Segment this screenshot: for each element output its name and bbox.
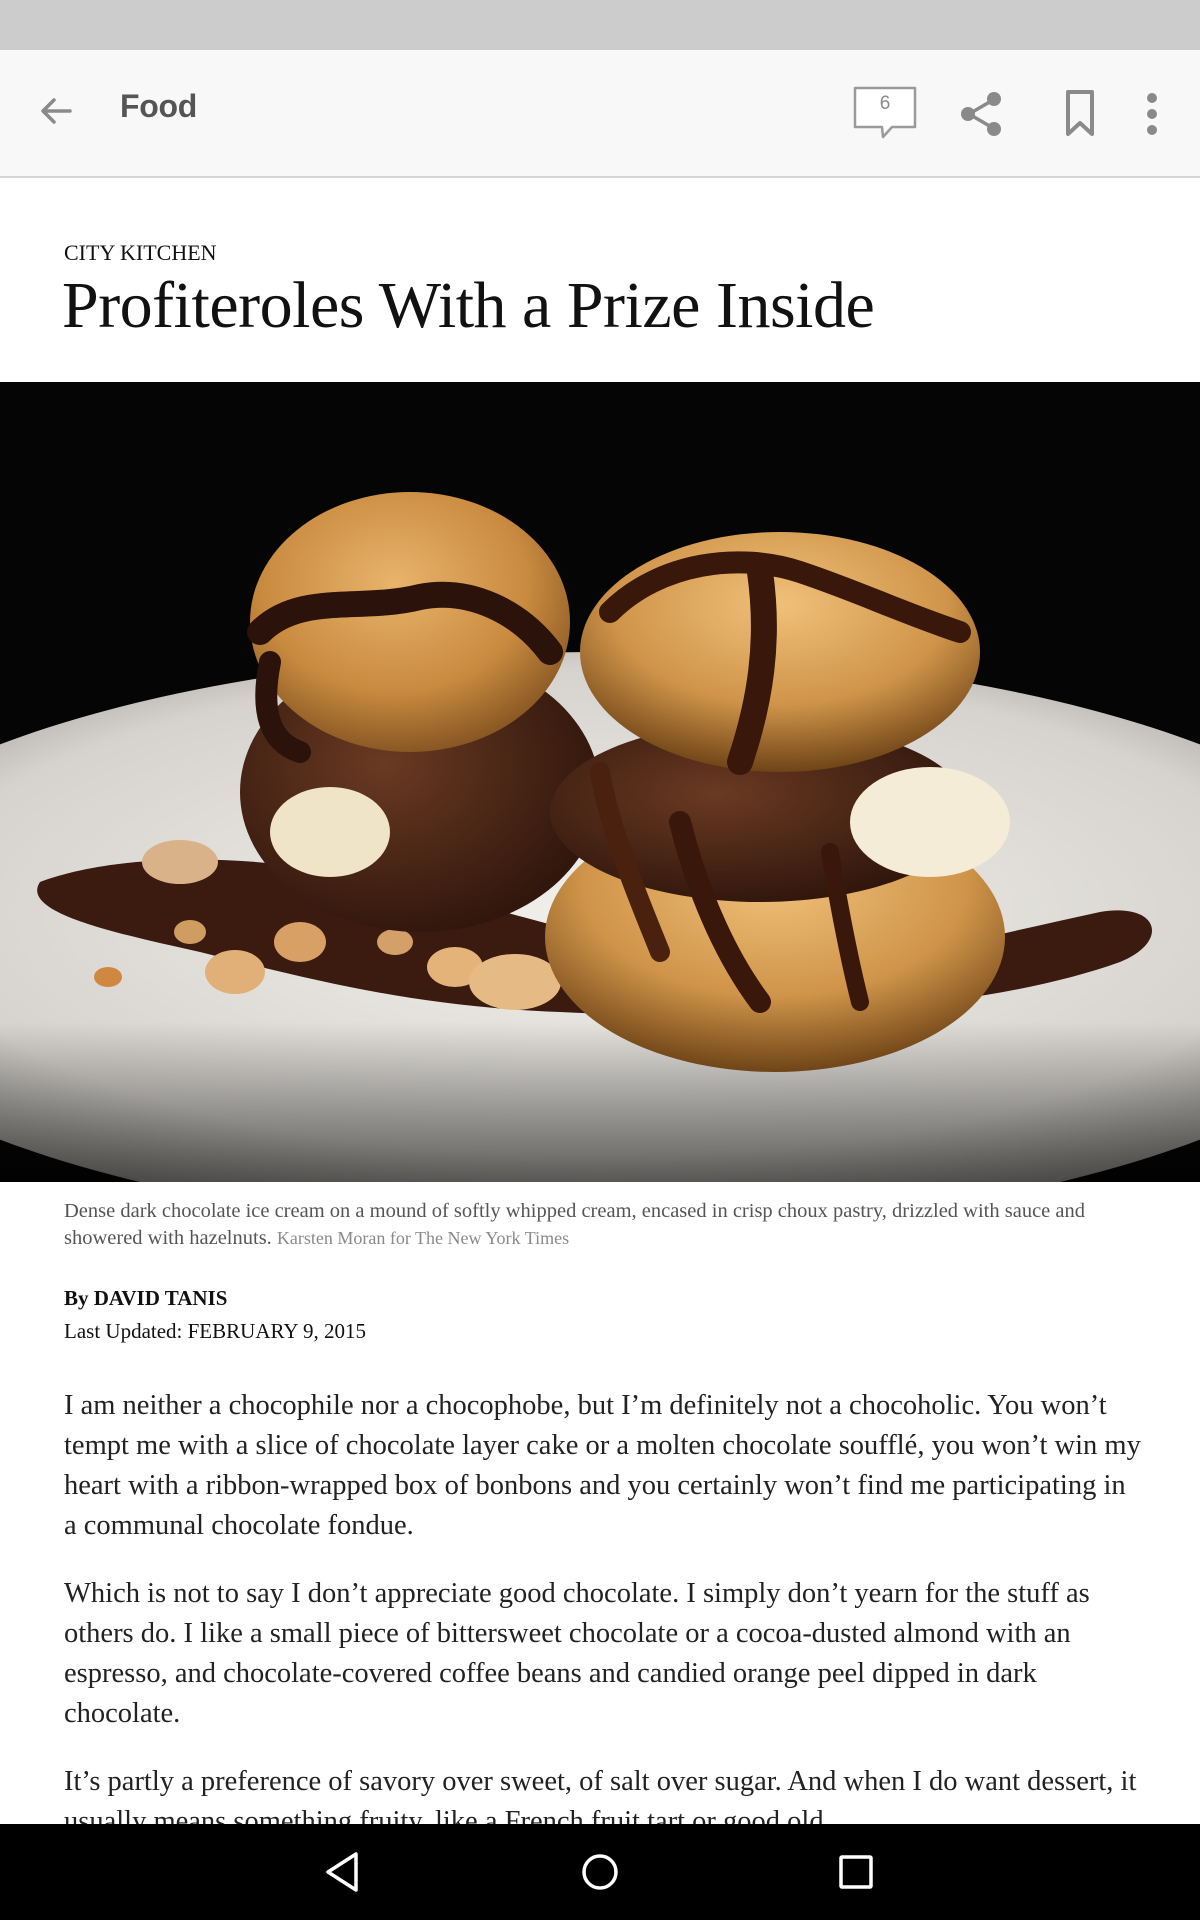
photo-credit: Karsten Moran for The New York Times — [276, 1228, 570, 1248]
status-bar — [0, 0, 1200, 50]
paragraph: Which is not to say I don’t appreciate g… — [64, 1578, 1090, 1729]
more-vert-icon — [1147, 93, 1157, 135]
nav-home-button[interactable] — [574, 1846, 626, 1898]
caption-text: Dense dark chocolate ice cream on a moun… — [64, 1200, 1086, 1249]
nav-back-button[interactable] — [318, 1846, 370, 1898]
nav-back-icon — [326, 1852, 358, 1892]
more-options-button[interactable] — [1134, 88, 1170, 140]
profiteroles-photo — [0, 382, 1200, 1182]
share-button[interactable] — [956, 88, 1008, 140]
section-title: Food — [120, 88, 197, 124]
app-bar: Food 6 — [0, 50, 1200, 178]
section-kicker[interactable]: CITY KITCHEN — [64, 240, 217, 266]
article-body: I am neither a chocophile nor a chocopho… — [64, 1386, 1144, 1824]
system-navigation-bar — [0, 1824, 1200, 1920]
nav-recents-icon — [839, 1855, 873, 1889]
bookmark-icon — [1066, 90, 1094, 136]
bookmark-button[interactable] — [1060, 88, 1100, 140]
byline: By DAVID TANIS — [64, 1286, 228, 1310]
back-arrow-icon — [41, 98, 72, 124]
comments-button[interactable]: 6 — [852, 85, 920, 143]
article-hero-image[interactable] — [0, 382, 1200, 1182]
paragraph: I am neither a chocophile nor a chocopho… — [64, 1390, 1141, 1541]
comment-count: 6 — [879, 93, 891, 114]
nav-home-icon — [582, 1854, 618, 1890]
nav-recents-button[interactable] — [830, 1846, 882, 1898]
paragraph: It’s partly a preference of savory over … — [64, 1766, 1137, 1824]
article-headline: Profiteroles With a Prize Inside — [62, 269, 875, 342]
back-button[interactable] — [28, 83, 84, 139]
last-updated: Last Updated: FEBRUARY 9, 2015 — [64, 1319, 366, 1343]
share-icon — [961, 92, 1001, 136]
image-caption: Dense dark chocolate ice cream on a moun… — [64, 1198, 1144, 1252]
